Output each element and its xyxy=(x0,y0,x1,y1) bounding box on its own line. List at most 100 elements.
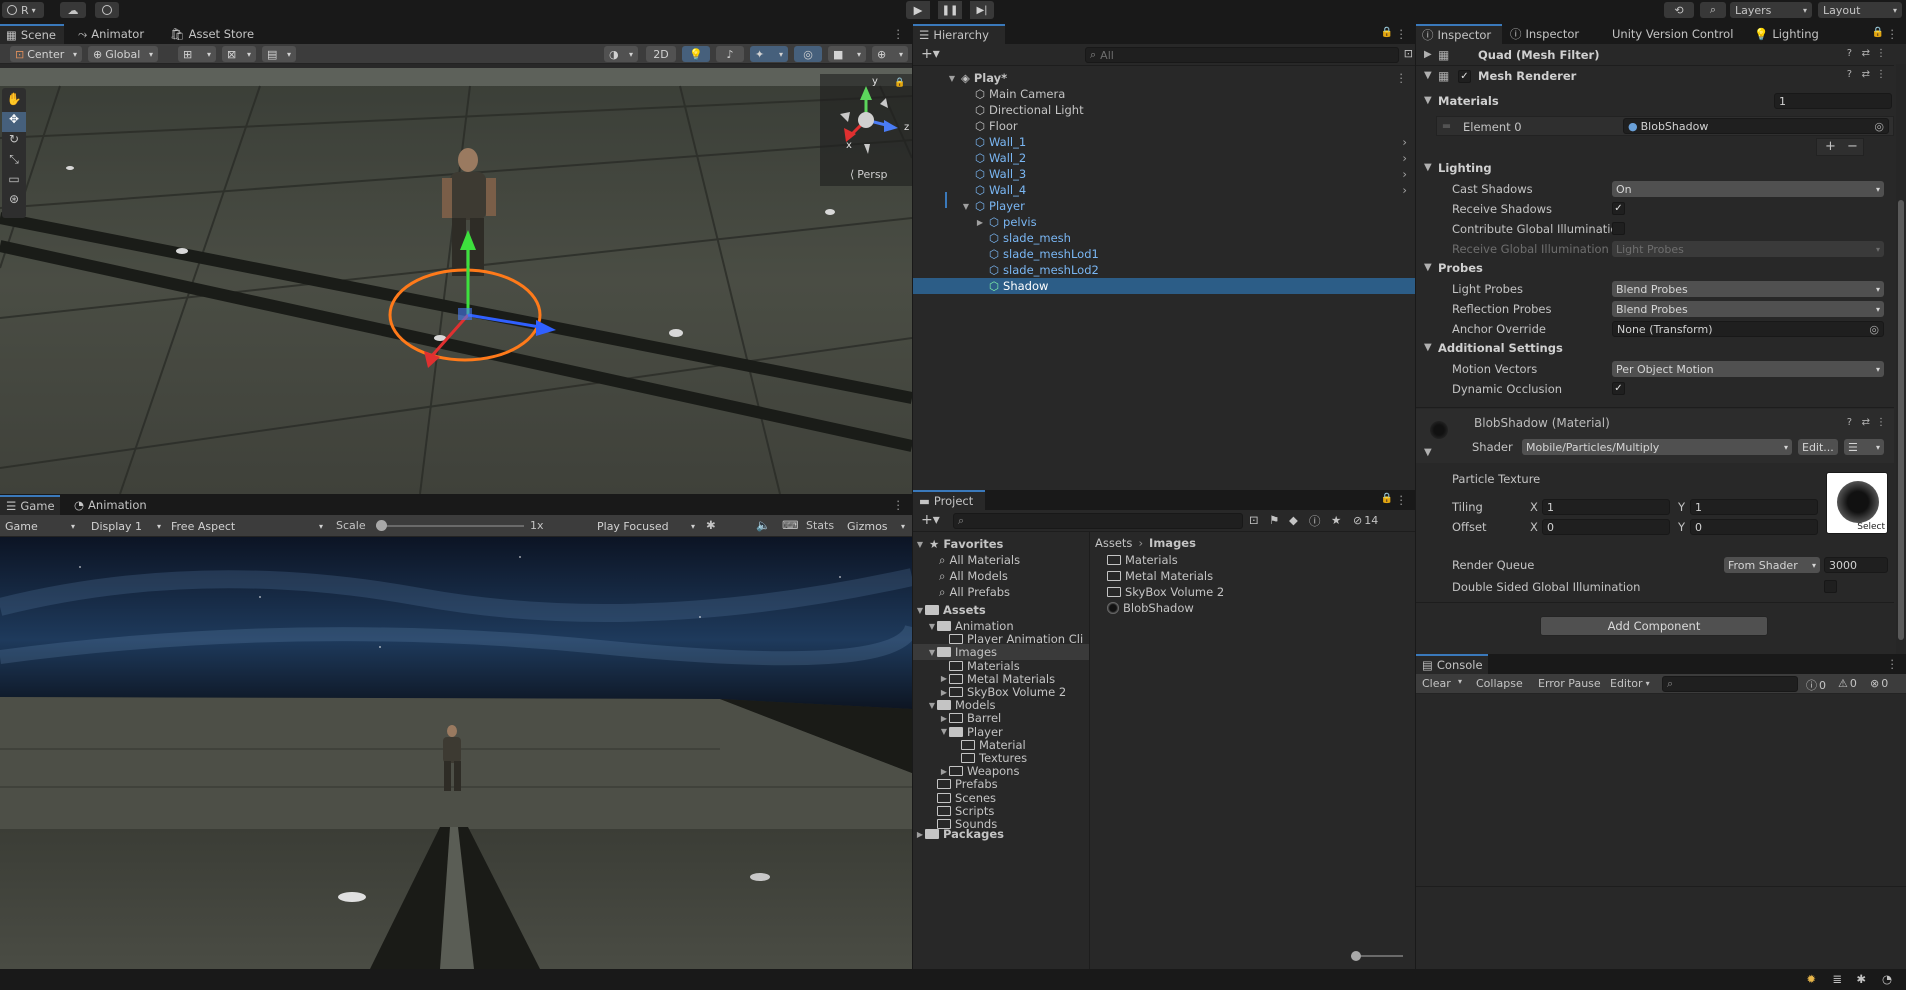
tab-animator[interactable]: ⤳ Animator xyxy=(72,24,150,44)
asset-item[interactable]: Metal Materials xyxy=(1107,568,1213,584)
scale-slider[interactable] xyxy=(376,520,524,531)
gizmos-toggle[interactable]: ⊕ ▾ xyxy=(872,46,908,62)
space-dropdown[interactable]: ⊕ Global ▾ xyxy=(88,46,158,62)
pause-button[interactable]: ❚❚ xyxy=(938,1,962,19)
step-button[interactable]: ▶| xyxy=(970,1,994,19)
console-editor-dropdown[interactable]: Editor ▾ xyxy=(1610,677,1650,690)
tab-game[interactable]: ☰ Game xyxy=(0,495,60,515)
grid-visibility-button[interactable]: ▤ ▾ xyxy=(262,46,296,62)
object-picker-icon[interactable]: ◎ xyxy=(1869,323,1879,336)
favorite-item[interactable]: ⌕ All Models xyxy=(939,568,1008,584)
favorite-item[interactable]: ⌕ All Materials xyxy=(939,552,1020,568)
info-icon[interactable]: ⓘ xyxy=(1309,513,1321,529)
drag-handle-icon[interactable]: ═ xyxy=(1443,119,1450,133)
cloud-button[interactable]: ☁ xyxy=(60,2,86,18)
help-icon[interactable]: ? xyxy=(1847,69,1852,80)
component-menu-icon[interactable]: ⋮ xyxy=(1876,69,1886,80)
rect-tool-icon[interactable]: ▭ xyxy=(2,172,26,192)
game-viewport[interactable] xyxy=(0,537,912,969)
double-sided-gi-checkbox[interactable] xyxy=(1824,580,1837,593)
hierarchy-item[interactable]: ⬡ Wall_3 › xyxy=(913,166,1415,182)
mesh-renderer-enabled-checkbox[interactable]: ✓ xyxy=(1458,70,1471,83)
object-picker-icon[interactable]: ◎ xyxy=(1874,120,1884,133)
scale-slider-thumb[interactable] xyxy=(376,520,387,531)
collab-button[interactable] xyxy=(95,2,119,18)
search-button[interactable]: ⌕ xyxy=(1700,2,1726,18)
asset-item[interactable]: SkyBox Volume 2 xyxy=(1107,584,1224,600)
aspect-dropdown[interactable]: Free Aspect ▾ xyxy=(166,518,328,534)
console-search-input[interactable]: ⌕ xyxy=(1662,676,1798,692)
2d-toggle[interactable]: 2D xyxy=(646,46,676,62)
expand-arrow-icon[interactable]: ▼ xyxy=(927,622,937,631)
display-dropdown[interactable]: Display 1 ▾ xyxy=(86,518,166,534)
error-count-toggle[interactable]: ⊗ 0 xyxy=(1870,677,1888,690)
create-plus-icon[interactable]: +▾ xyxy=(921,46,940,62)
asset-item[interactable]: Materials xyxy=(1107,552,1178,568)
prefab-open-arrow-icon[interactable]: › xyxy=(1402,135,1407,149)
reflection-probes-dropdown[interactable]: Blend Probes ▾ xyxy=(1612,301,1884,317)
tab-animation[interactable]: ◔ Animation xyxy=(68,495,153,515)
hierarchy-item[interactable]: ⬡ slade_mesh xyxy=(913,230,1415,246)
motion-vectors-dropdown[interactable]: Per Object Motion ▾ xyxy=(1612,361,1884,377)
console-error-pause-toggle[interactable]: Error Pause xyxy=(1538,677,1601,690)
offset-x-field[interactable]: 0 xyxy=(1542,519,1670,535)
receive-shadows-checkbox[interactable]: ✓ xyxy=(1612,202,1625,215)
render-queue-field[interactable]: 3000 xyxy=(1824,557,1888,573)
snap-increment-button[interactable]: ⊠ ▾ xyxy=(222,46,256,62)
tab-console[interactable]: ▤ Console xyxy=(1416,654,1488,674)
expand-arrow-icon[interactable]: ▶ xyxy=(939,767,949,776)
stats-button[interactable]: Stats xyxy=(806,519,834,532)
hierarchy-menu-icon[interactable]: ⋮ xyxy=(1396,27,1408,41)
offset-y-field[interactable]: 0 xyxy=(1690,519,1818,535)
icon-size-thumb[interactable] xyxy=(1351,951,1361,961)
tab-lighting[interactable]: 💡 Lighting xyxy=(1748,24,1825,44)
persp-toggle[interactable]: ⟨ Persp xyxy=(850,168,888,181)
particle-texture-slot[interactable]: Select xyxy=(1826,472,1888,534)
breadcrumb-assets[interactable]: Assets xyxy=(1095,536,1132,550)
remove-element-icon[interactable]: − xyxy=(1847,139,1858,154)
favorites-header[interactable]: ▼ ★ Favorites xyxy=(915,536,1004,552)
expand-arrow-icon[interactable]: ▶ xyxy=(939,674,949,683)
play-button[interactable]: ▶ xyxy=(906,1,930,19)
prefab-open-arrow-icon[interactable]: › xyxy=(1402,183,1407,197)
cast-shadows-dropdown[interactable]: On ▾ xyxy=(1612,181,1884,197)
project-create-icon[interactable]: +▾ xyxy=(921,512,940,528)
scene-view-search-icon[interactable]: ⊡ xyxy=(1404,47,1413,60)
asset-item[interactable]: BlobShadow xyxy=(1107,600,1194,616)
cache-server-icon[interactable]: ≣ xyxy=(1832,972,1842,986)
contribute-gi-checkbox[interactable] xyxy=(1612,222,1625,235)
clear-options-chevron-icon[interactable]: ▾ xyxy=(1458,677,1462,686)
preset-icon[interactable]: ⇄ xyxy=(1862,417,1870,428)
rotate-tool-icon[interactable]: ↻ xyxy=(2,132,26,152)
layout-dropdown[interactable]: Layout ▾ xyxy=(1818,2,1902,18)
expand-arrow-icon[interactable]: ▼ xyxy=(939,727,949,736)
help-icon[interactable]: ? xyxy=(1847,417,1852,428)
add-component-button[interactable]: Add Component xyxy=(1540,616,1768,636)
expand-arrow-icon[interactable]: ▼ xyxy=(961,202,971,211)
move-tool-icon[interactable]: ✥ xyxy=(2,112,26,132)
tiling-y-field[interactable]: 1 xyxy=(1690,499,1818,515)
packages-header[interactable]: ▶ Packages xyxy=(915,826,1004,842)
console-clear-button[interactable]: Clear xyxy=(1422,677,1451,690)
expand-arrow-icon[interactable]: ▼ xyxy=(927,648,937,657)
search-by-type-icon[interactable]: ⊡ xyxy=(1249,513,1259,527)
add-element-icon[interactable]: + xyxy=(1825,139,1836,154)
scene-root-row[interactable]: ▼ ◈ Play* ⋮ xyxy=(913,70,1415,86)
hand-tool-icon[interactable]: ✋ xyxy=(2,92,26,112)
render-queue-dropdown[interactable]: From Shader ▾ xyxy=(1724,557,1820,573)
gizmos-dropdown[interactable]: Gizmos ▾ xyxy=(842,518,910,534)
hierarchy-item[interactable]: ⬡ Wall_1 › xyxy=(913,134,1415,150)
keyboard-icon[interactable]: ⌨ xyxy=(782,518,799,532)
orientation-gizmo[interactable]: y x z 🔒 ⟨ Persp xyxy=(820,74,912,186)
favorite-item[interactable]: ⌕ All Prefabs xyxy=(939,584,1010,600)
expand-arrow-icon[interactable]: ▶ xyxy=(939,714,949,723)
scene-menu-icon[interactable]: ⋮ xyxy=(1396,71,1408,85)
account-dropdown[interactable]: R ▾ xyxy=(2,2,44,18)
lighting-toggle[interactable]: 💡 xyxy=(682,46,710,62)
grid-snap-button[interactable]: ⊞ ▾ xyxy=(178,46,216,62)
transform-tool-icon[interactable]: ⊛ xyxy=(2,192,26,212)
gizmo-lock-icon[interactable]: 🔒 xyxy=(894,78,905,88)
bug-icon[interactable]: ✱ xyxy=(706,518,716,532)
additional-settings-header[interactable]: Additional Settings xyxy=(1438,341,1563,355)
hierarchy-item[interactable]: ⬡ slade_meshLod2 xyxy=(913,262,1415,278)
